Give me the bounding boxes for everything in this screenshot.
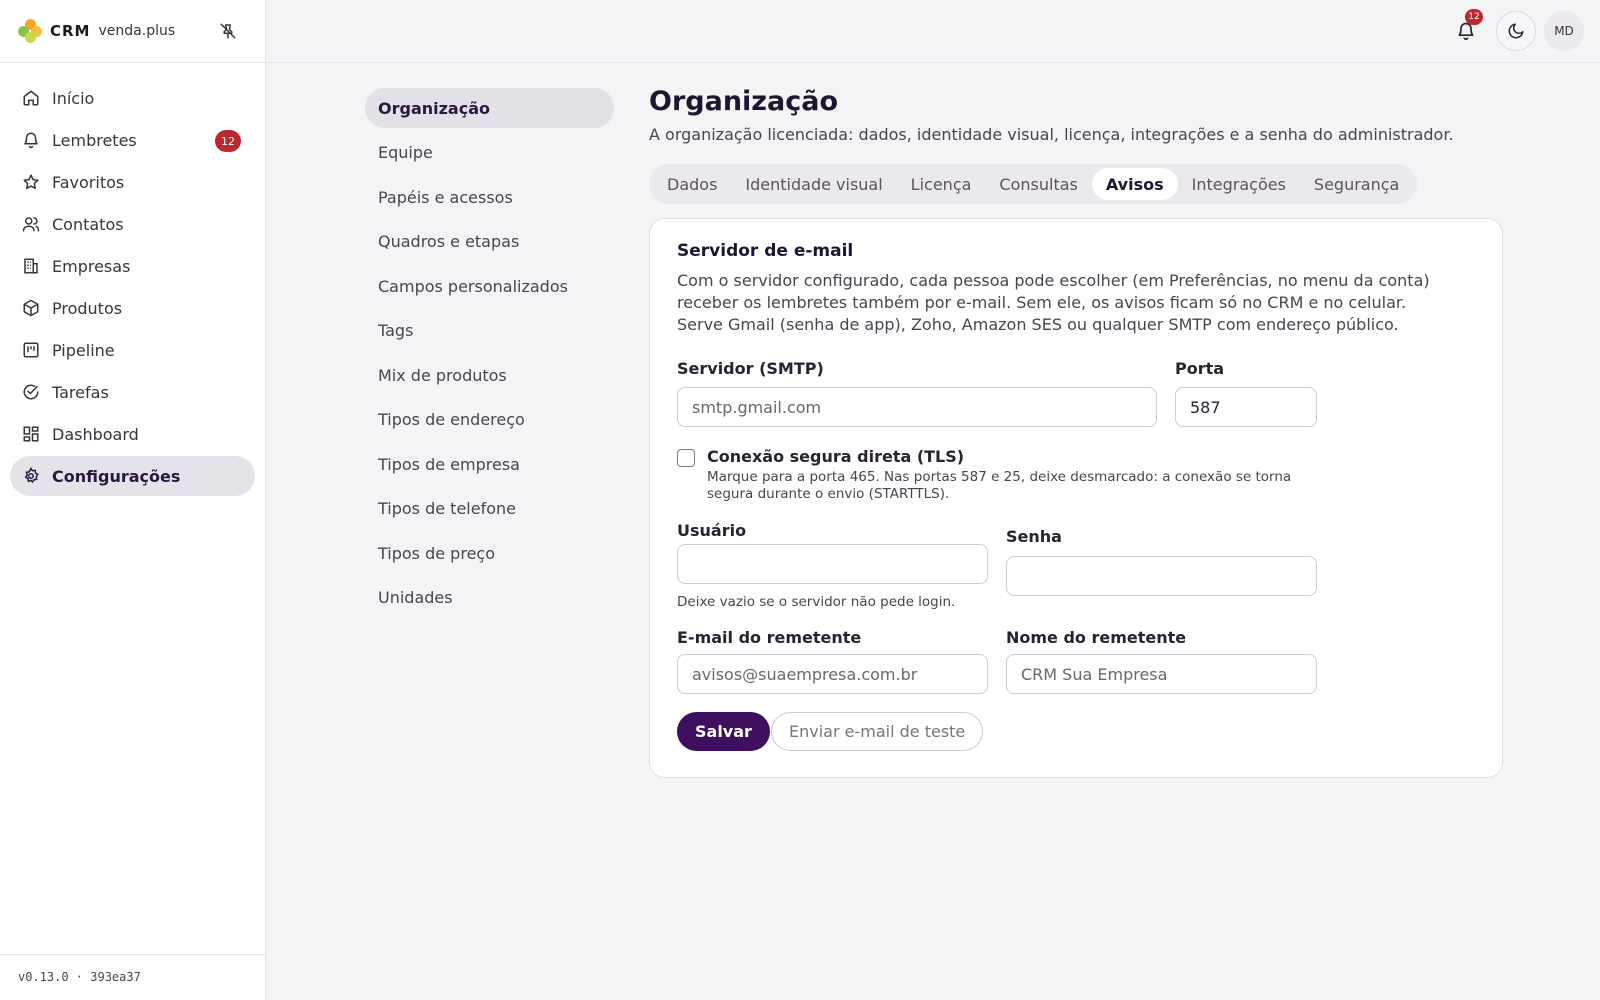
app-version: v0.13.0 · 393ea37 xyxy=(0,954,265,1000)
settings-nav-tipos-endereco[interactable]: Tipos de endereço xyxy=(365,400,614,440)
settings-nav-tipos-telefone[interactable]: Tipos de telefone xyxy=(365,489,614,529)
dashboard-icon xyxy=(22,425,40,443)
sidebar-item-label: Pipeline xyxy=(52,340,115,360)
sidebar-item-label: Início xyxy=(52,88,95,108)
theme-toggle-button[interactable] xyxy=(1496,11,1536,51)
tab-integracoes[interactable]: Integrações xyxy=(1178,168,1300,200)
smtp-input[interactable] xyxy=(677,387,1157,427)
sidebar-item-empresas[interactable]: Empresas xyxy=(10,246,255,286)
main-content: Organização A organização licenciada: da… xyxy=(649,80,1503,778)
brand: CRM venda.plus xyxy=(0,0,265,63)
tab-dados[interactable]: Dados xyxy=(653,168,731,200)
sender-email-input[interactable] xyxy=(677,654,988,694)
user-input[interactable] xyxy=(677,544,988,584)
sender-email-label: E-mail do remetente xyxy=(677,628,862,647)
sidebar-item-label: Produtos xyxy=(52,298,123,318)
home-icon xyxy=(22,89,40,107)
brand-name: venda.plus xyxy=(98,23,176,39)
page-subtitle: A organização licenciada: dados, identid… xyxy=(649,125,1454,144)
star-icon xyxy=(22,173,40,191)
save-button[interactable]: Salvar xyxy=(677,712,770,751)
settings-nav: Organização Equipe Papéis e acessos Quad… xyxy=(365,88,614,622)
tls-label: Conexão segura direta (TLS) xyxy=(707,447,965,466)
pin-off-icon xyxy=(220,23,236,39)
sender-name-input[interactable] xyxy=(1006,654,1317,694)
top-bar: 12 MD xyxy=(266,0,1600,63)
card-title: Servidor de e-mail xyxy=(677,241,854,261)
sidebar-item-label: Dashboard xyxy=(52,424,139,444)
settings-nav-mix[interactable]: Mix de produtos xyxy=(365,355,614,395)
sidebar-item-configuracoes[interactable]: Configurações xyxy=(10,456,255,496)
notifications-button[interactable]: 12 xyxy=(1446,9,1486,51)
kanban-icon xyxy=(22,341,40,359)
users-icon xyxy=(22,215,40,233)
send-test-email-button[interactable]: Enviar e-mail de teste xyxy=(771,712,984,751)
smtp-label: Servidor (SMTP) xyxy=(677,359,824,378)
tls-checkbox[interactable] xyxy=(677,449,695,467)
port-input[interactable] xyxy=(1175,387,1317,427)
moon-icon xyxy=(1508,23,1524,39)
sidebar-item-produtos[interactable]: Produtos xyxy=(10,288,255,328)
tab-seguranca[interactable]: Segurança xyxy=(1300,168,1413,200)
sidebar-item-label: Tarefas xyxy=(52,382,109,402)
sidebar-item-pipeline[interactable]: Pipeline xyxy=(10,330,255,370)
sidebar-item-contatos[interactable]: Contatos xyxy=(10,204,255,244)
tab-consultas[interactable]: Consultas xyxy=(985,168,1091,200)
user-label: Usuário xyxy=(677,521,747,540)
user-help: Deixe vazio se o servidor não pede login… xyxy=(677,594,956,610)
settings-tabs: Dados Identidade visual Licença Consulta… xyxy=(649,164,1418,204)
settings-nav-unidades[interactable]: Unidades xyxy=(365,578,614,618)
settings-nav-organizacao[interactable]: Organização xyxy=(365,88,614,128)
settings-nav-equipe[interactable]: Equipe xyxy=(365,133,614,173)
sidebar-item-label: Configurações xyxy=(52,466,181,486)
password-label: Senha xyxy=(1006,527,1062,546)
card-description: Com o servidor configurado, cada pessoa … xyxy=(677,271,1430,334)
sidebar: CRM venda.plus Início Lembretes 12 Favor… xyxy=(0,0,266,1000)
main-nav: Início Lembretes 12 Favoritos Contatos E… xyxy=(0,63,265,496)
top-actions: 12 MD xyxy=(1446,9,1584,51)
sidebar-item-label: Favoritos xyxy=(52,172,125,192)
sidebar-item-dashboard[interactable]: Dashboard xyxy=(10,414,255,454)
settings-nav-tipos-preco[interactable]: Tipos de preço xyxy=(365,533,614,573)
sidebar-item-lembretes[interactable]: Lembretes 12 xyxy=(10,120,255,160)
settings-nav-tags[interactable]: Tags xyxy=(365,311,614,351)
brand-logo-icon xyxy=(18,19,42,43)
bell-icon xyxy=(22,131,40,149)
reminders-count-badge: 12 xyxy=(215,130,241,152)
sidebar-item-label: Lembretes xyxy=(52,130,137,150)
settings-nav-quadros[interactable]: Quadros e etapas xyxy=(365,222,614,262)
settings-nav-tipos-empresa[interactable]: Tipos de empresa xyxy=(365,444,614,484)
avatar[interactable]: MD xyxy=(1544,11,1584,51)
sidebar-item-inicio[interactable]: Início xyxy=(10,78,255,118)
sidebar-item-label: Contatos xyxy=(52,214,124,234)
tab-licenca[interactable]: Licença xyxy=(897,168,986,200)
port-label: Porta xyxy=(1175,359,1225,378)
tls-help: Marque para a porta 465. Nas portas 587 … xyxy=(707,469,1292,502)
settings-nav-papeis[interactable]: Papéis e acessos xyxy=(365,177,614,217)
notifications-badge: 12 xyxy=(1465,9,1483,25)
brand-crm: CRM xyxy=(50,22,91,40)
sender-name-label: Nome do remetente xyxy=(1006,628,1187,647)
tab-avisos[interactable]: Avisos xyxy=(1091,168,1178,200)
tab-identidade-visual[interactable]: Identidade visual xyxy=(731,168,896,200)
check-circle-icon xyxy=(22,383,40,401)
page-title: Organização xyxy=(649,86,838,117)
password-input[interactable] xyxy=(1006,556,1317,596)
sidebar-item-label: Empresas xyxy=(52,256,131,276)
gear-icon xyxy=(22,467,40,485)
email-server-card: Servidor de e-mail Com o servidor config… xyxy=(649,218,1503,778)
settings-nav-campos[interactable]: Campos personalizados xyxy=(365,266,614,306)
unpin-sidebar-button[interactable] xyxy=(217,20,239,42)
sidebar-item-favoritos[interactable]: Favoritos xyxy=(10,162,255,202)
sidebar-item-tarefas[interactable]: Tarefas xyxy=(10,372,255,412)
box-icon xyxy=(22,299,40,317)
building-icon xyxy=(22,257,40,275)
